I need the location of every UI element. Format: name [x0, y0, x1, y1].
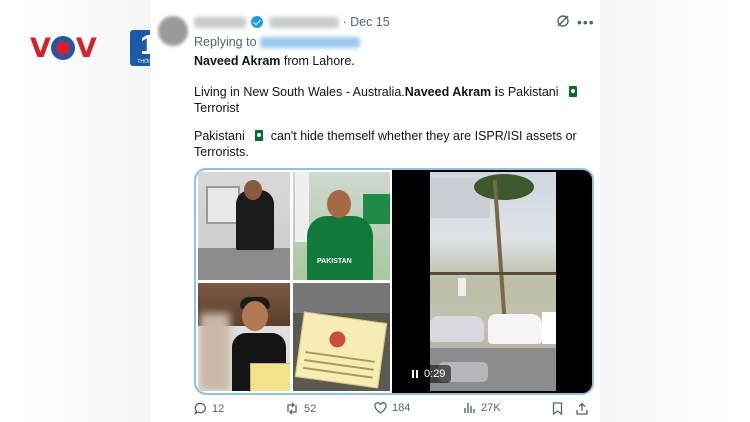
avatar[interactable] [158, 16, 188, 46]
replying-to: Replying to [194, 35, 361, 49]
tweet-text-line1: Naveed Akram from Lahore. [194, 54, 355, 68]
reply-icon [194, 402, 206, 415]
tweet-card: · Dec 15 ••• Replying to Naveed Akram fr… [150, 0, 600, 422]
grok-icon[interactable] [556, 14, 570, 28]
analytics-icon [464, 403, 475, 413]
pakistan-flag-icon [566, 86, 578, 97]
photo-man-with-certificate[interactable] [198, 283, 290, 391]
photo-id-card[interactable] [293, 283, 390, 391]
share-button[interactable] [576, 402, 593, 415]
vov-logo: VV 1 THỜI SỰ [30, 30, 166, 66]
reply-button[interactable]: 12 [194, 402, 224, 415]
heart-icon [374, 402, 387, 414]
like-button[interactable]: 184 [374, 402, 410, 414]
replying-label: Replying to [194, 35, 257, 49]
mentioned-name: Naveed Akram [194, 54, 281, 68]
photo-man-in-jersey[interactable]: PAKISTAN [293, 172, 390, 280]
tweet-text-line2: Living in New South Wales - Australia.Na… [194, 84, 589, 116]
photo-man-on-balcony[interactable] [198, 172, 290, 280]
video-controls[interactable]: 0:29 [406, 365, 452, 383]
repost-icon [287, 402, 297, 415]
video-timestamp: 0:29 [424, 368, 446, 380]
user-handle[interactable] [268, 17, 339, 29]
bookmark-icon [552, 402, 563, 416]
photo-collage[interactable]: PAKISTAN [196, 170, 392, 393]
video-player[interactable]: 0:29 [394, 170, 592, 393]
pakistan-flag-icon [252, 130, 264, 141]
views-button[interactable]: 27K [464, 402, 501, 414]
replying-handle[interactable] [260, 37, 361, 49]
pause-icon[interactable] [412, 370, 419, 378]
media-container[interactable]: PAKISTAN 0:29 [194, 168, 594, 395]
repost-button[interactable]: 52 [285, 402, 316, 415]
more-options-icon[interactable]: ••• [577, 14, 595, 30]
bookmark-button[interactable] [552, 402, 568, 416]
display-name[interactable] [194, 17, 246, 29]
vov-wordmark: VV [30, 33, 97, 64]
share-icon [576, 402, 588, 415]
video-frame [430, 172, 556, 391]
tweet-date[interactable]: Dec 15 [350, 15, 390, 29]
tweet-text-line3: Pakistani can't hide themself whether th… [194, 129, 577, 159]
verified-badge-icon [251, 16, 264, 28]
tweet-header: · Dec 15 [194, 15, 390, 29]
action-bar: 12 52 184 27K [194, 402, 590, 418]
